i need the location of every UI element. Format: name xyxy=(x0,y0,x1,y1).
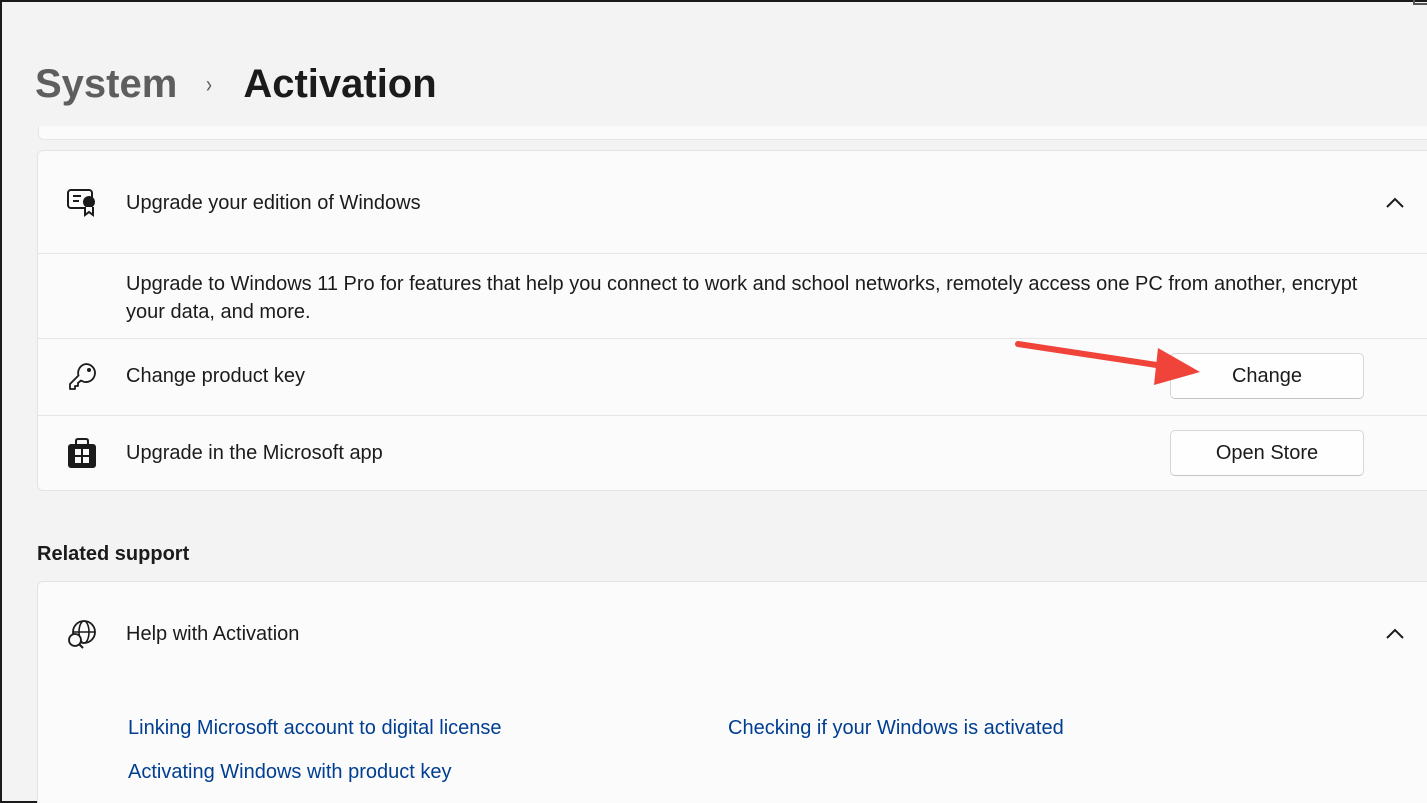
breadcrumb-system[interactable]: System xyxy=(35,62,177,107)
key-icon xyxy=(66,361,98,393)
upgrade-edition-card: Upgrade your edition of Windows Upgrade … xyxy=(37,150,1427,491)
breadcrumb-separator: › xyxy=(206,70,213,98)
window-control-edge xyxy=(1413,0,1427,5)
change-product-key-label: Change product key xyxy=(126,365,306,387)
help-links-panel: Linking Microsoft account to digital lic… xyxy=(38,685,1427,803)
change-product-key-row: Change product key Change xyxy=(38,339,1427,414)
upgrade-in-store-row: Upgrade in the Microsoft app Open Store xyxy=(38,416,1427,492)
previous-card-edge xyxy=(38,126,1427,140)
annotation-arrow xyxy=(1015,341,1200,385)
help-activation-label: Help with Activation xyxy=(126,623,300,645)
breadcrumb: System › Activation xyxy=(35,62,437,107)
help-activation-header[interactable]: Help with Activation xyxy=(38,582,1427,685)
upgrade-edition-label: Upgrade your edition of Windows xyxy=(126,192,421,214)
open-store-button[interactable]: Open Store xyxy=(1170,430,1364,476)
upgrade-edition-header[interactable]: Upgrade your edition of Windows xyxy=(38,151,1427,253)
link-linking-account[interactable]: Linking Microsoft account to digital lic… xyxy=(128,717,502,740)
divider xyxy=(38,253,1427,254)
page-title: Activation xyxy=(243,62,437,106)
help-activation-card: Help with Activation Linking Microsoft a… xyxy=(37,581,1427,803)
upgrade-in-store-label: Upgrade in the Microsoft app xyxy=(126,442,383,464)
chevron-up-icon[interactable] xyxy=(1383,191,1407,215)
related-support-title: Related support xyxy=(37,543,190,565)
certificate-icon xyxy=(66,186,98,218)
chevron-up-icon[interactable] xyxy=(1383,622,1407,646)
link-checking-activated[interactable]: Checking if your Windows is activated xyxy=(728,717,1064,740)
link-activating-product-key[interactable]: Activating Windows with product key xyxy=(128,761,451,784)
upgrade-description: Upgrade to Windows 11 Pro for features t… xyxy=(126,273,1358,323)
store-icon xyxy=(66,437,98,469)
globe-search-icon xyxy=(66,618,98,650)
